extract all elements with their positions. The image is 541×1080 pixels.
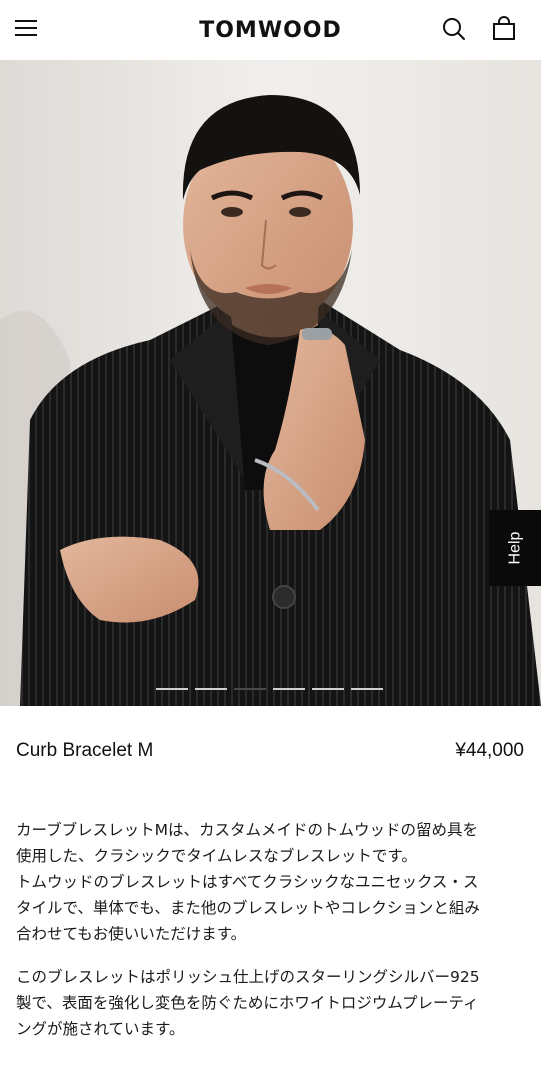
search-icon[interactable]: [441, 16, 467, 42]
carousel-dot-3[interactable]: [234, 688, 266, 690]
model-illustration: [0, 60, 541, 706]
shopping-bag-icon[interactable]: [491, 15, 517, 43]
carousel-dot-6[interactable]: [351, 688, 383, 690]
product-description-1: カーブブレスレットMは、カスタムメイドのトムウッドの留め具を 使用した、クラシッ…: [16, 817, 528, 947]
product-price: ¥44,000: [455, 740, 524, 761]
help-button[interactable]: Help: [489, 510, 541, 586]
description-line: このブレスレットはポリッシュ仕上げのスターリングシルバー925: [16, 968, 480, 986]
carousel-dot-1[interactable]: [156, 688, 188, 690]
description-line: ングが施されています。: [16, 1020, 185, 1038]
description-line: 合わせてもお使いいただけます。: [16, 925, 247, 943]
carousel-dot-2[interactable]: [195, 688, 227, 690]
carousel-indicators: [0, 688, 541, 692]
product-description-2: このブレスレットはポリッシュ仕上げのスターリングシルバー925 製で、表面を強化…: [16, 964, 528, 1042]
description-line: タイルで、単体でも、また他のブレスレットやコレクションと組み: [16, 899, 480, 917]
description-line: トムウッドのブレスレットはすべてクラシックなユニセックス・ス: [16, 873, 479, 891]
hamburger-menu-icon[interactable]: [14, 17, 40, 41]
product-title: Curb Bracelet M: [16, 740, 154, 761]
description-line: 製で、表面を強化し変色を防ぐためにホワイトロジウムプレーティ: [16, 994, 479, 1012]
carousel-dot-5[interactable]: [312, 688, 344, 690]
carousel-dot-4[interactable]: [273, 688, 305, 690]
product-hero-image[interactable]: [0, 60, 541, 706]
help-label: Help: [506, 531, 523, 565]
description-line: カーブブレスレットMは、カスタムメイドのトムウッドの留め具を: [16, 821, 478, 839]
description-line: 使用した、クラシックでタイムレスなブレスレットです。: [16, 847, 417, 865]
brand-logo[interactable]: TOMWOOD: [199, 18, 342, 43]
site-header: TOMWOOD: [0, 0, 541, 60]
